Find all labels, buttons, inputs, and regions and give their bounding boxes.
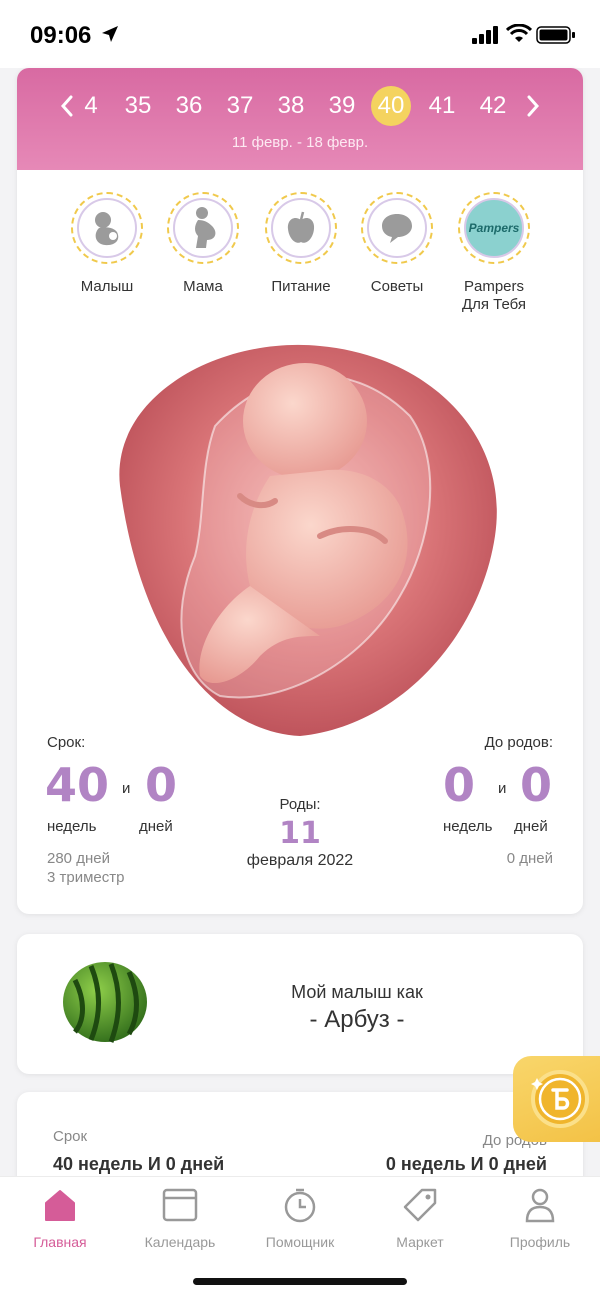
week-item[interactable]: 35 [121, 86, 155, 126]
week-date-range: 11 февр. - 18 февр. [231, 134, 369, 151]
home-icon [45, 1190, 75, 1221]
tab-label: Календарь [144, 1234, 216, 1250]
baby-size-fruit: - Арбуз - [309, 1006, 405, 1033]
category-pampers[interactable]: Pampers Pampers Для Тебя [444, 192, 544, 314]
category-label: Pampers Для Тебя [461, 278, 527, 313]
tab-label: Главная [33, 1234, 87, 1250]
tab-assistant[interactable]: Помощник [240, 1187, 360, 1250]
category-circle [367, 198, 427, 258]
chevron-right-icon[interactable] [525, 94, 541, 118]
pampers-logo: Pampers [469, 221, 520, 235]
coin-icon [531, 1070, 589, 1128]
remaining-and: и [498, 780, 507, 797]
category-circle: Pampers [464, 198, 524, 258]
svg-text:Pampers: Pampers [469, 221, 520, 235]
cellular-signal-icon [472, 26, 498, 44]
category-ring [71, 192, 143, 264]
category-ring [167, 192, 239, 264]
remaining-days-unit: дней [514, 818, 548, 835]
category-ring [265, 192, 337, 264]
category-label: Советы [370, 278, 424, 295]
due-month-year: февраля 2022 [246, 852, 354, 869]
term-label: Срок: [47, 734, 86, 751]
category-nutrition[interactable]: Питание [251, 192, 351, 296]
fetus-illustration [119, 344, 497, 736]
battery-icon [536, 26, 575, 44]
term-total-days: 280 дней [47, 850, 110, 867]
week-item[interactable]: 36 [172, 86, 206, 126]
week-item[interactable]: 4 [79, 86, 103, 126]
week-item[interactable]: 41 [425, 86, 459, 126]
chat-bubble-icon [382, 214, 412, 243]
remaining-total-days: 0 дней [506, 850, 553, 867]
category-circle [77, 198, 137, 258]
calendar-icon [162, 1188, 198, 1222]
due-day: 11 [279, 816, 321, 851]
category-label: Малыш [80, 278, 134, 295]
tab-label: Профиль [509, 1234, 571, 1250]
timer-icon [284, 1188, 316, 1223]
category-circle [271, 198, 331, 258]
week-item[interactable]: 42 [476, 86, 510, 126]
tab-calendar[interactable]: Календарь [120, 1187, 240, 1250]
week-item-selected[interactable]: 40 [371, 86, 411, 126]
summary-right-value: 0 недель И 0 дней [385, 1154, 547, 1174]
remaining-days-value: 0 [520, 758, 553, 812]
category-ring: Pampers [458, 192, 530, 264]
week-item[interactable]: 38 [274, 86, 308, 126]
week-item[interactable]: 39 [325, 86, 359, 126]
week-selector-header: 4 35 36 37 38 39 40 41 42 11 февр. - 18 … [17, 68, 583, 170]
category-label: Мама [183, 278, 223, 295]
category-mom[interactable]: Мама [153, 192, 253, 296]
tab-label: Помощник [265, 1234, 335, 1250]
status-time: 09:06 [30, 22, 92, 49]
category-tips[interactable]: Советы [347, 192, 447, 296]
category-baby[interactable]: Малыш [57, 192, 157, 296]
remaining-label: До родов: [484, 734, 553, 751]
category-ring [361, 192, 433, 264]
term-and: и [122, 780, 131, 797]
summary-left-label: Срок [53, 1128, 88, 1145]
category-row: Малыш Мама Питание Советы Pampers Pamper… [17, 192, 583, 314]
term-days-value: 0 [145, 758, 178, 812]
term-weeks-value: 40 [45, 758, 110, 812]
category-label: Питание [271, 278, 331, 295]
tab-label: Маркет [396, 1234, 444, 1250]
pregnancy-stats: Срок: 40 и 0 недель дней 280 дней 3 трим… [17, 728, 583, 908]
status-bar: 09:06 [0, 0, 600, 68]
wifi-icon [506, 24, 532, 42]
term-trimester: 3 триместр [47, 869, 125, 886]
rewards-coin-button[interactable] [513, 1056, 600, 1142]
pregnancy-week-card: 4 35 36 37 38 39 40 41 42 11 февр. - 18 … [17, 68, 583, 914]
term-days-unit: дней [139, 818, 173, 835]
location-arrow-icon [102, 26, 118, 42]
chevron-left-icon[interactable] [59, 94, 75, 118]
profile-icon [525, 1188, 555, 1223]
baby-size-card[interactable]: Мой малыш как - Арбуз - [17, 934, 583, 1074]
remaining-weeks-value: 0 [443, 758, 476, 812]
baby-icon [95, 212, 119, 246]
baby-size-title: Мой малыш как [291, 982, 423, 1002]
tab-home[interactable]: Главная [0, 1187, 120, 1250]
term-weeks-unit: недель [47, 818, 97, 835]
tab-profile[interactable]: Профиль [480, 1187, 600, 1250]
home-indicator[interactable] [193, 1278, 407, 1285]
summary-left-value: 40 недель И 0 дней [53, 1154, 225, 1174]
category-circle [173, 198, 233, 258]
week-item[interactable]: 37 [223, 86, 257, 126]
apple-icon [287, 211, 315, 243]
week-selector: 4 35 36 37 38 39 40 41 42 [17, 86, 583, 126]
watermelon-image [63, 962, 147, 1043]
due-label: Роды: [279, 796, 321, 813]
tab-market[interactable]: Маркет [360, 1187, 480, 1250]
mother-icon [195, 207, 216, 248]
tag-icon [403, 1188, 437, 1222]
remaining-weeks-unit: недель [443, 818, 493, 835]
